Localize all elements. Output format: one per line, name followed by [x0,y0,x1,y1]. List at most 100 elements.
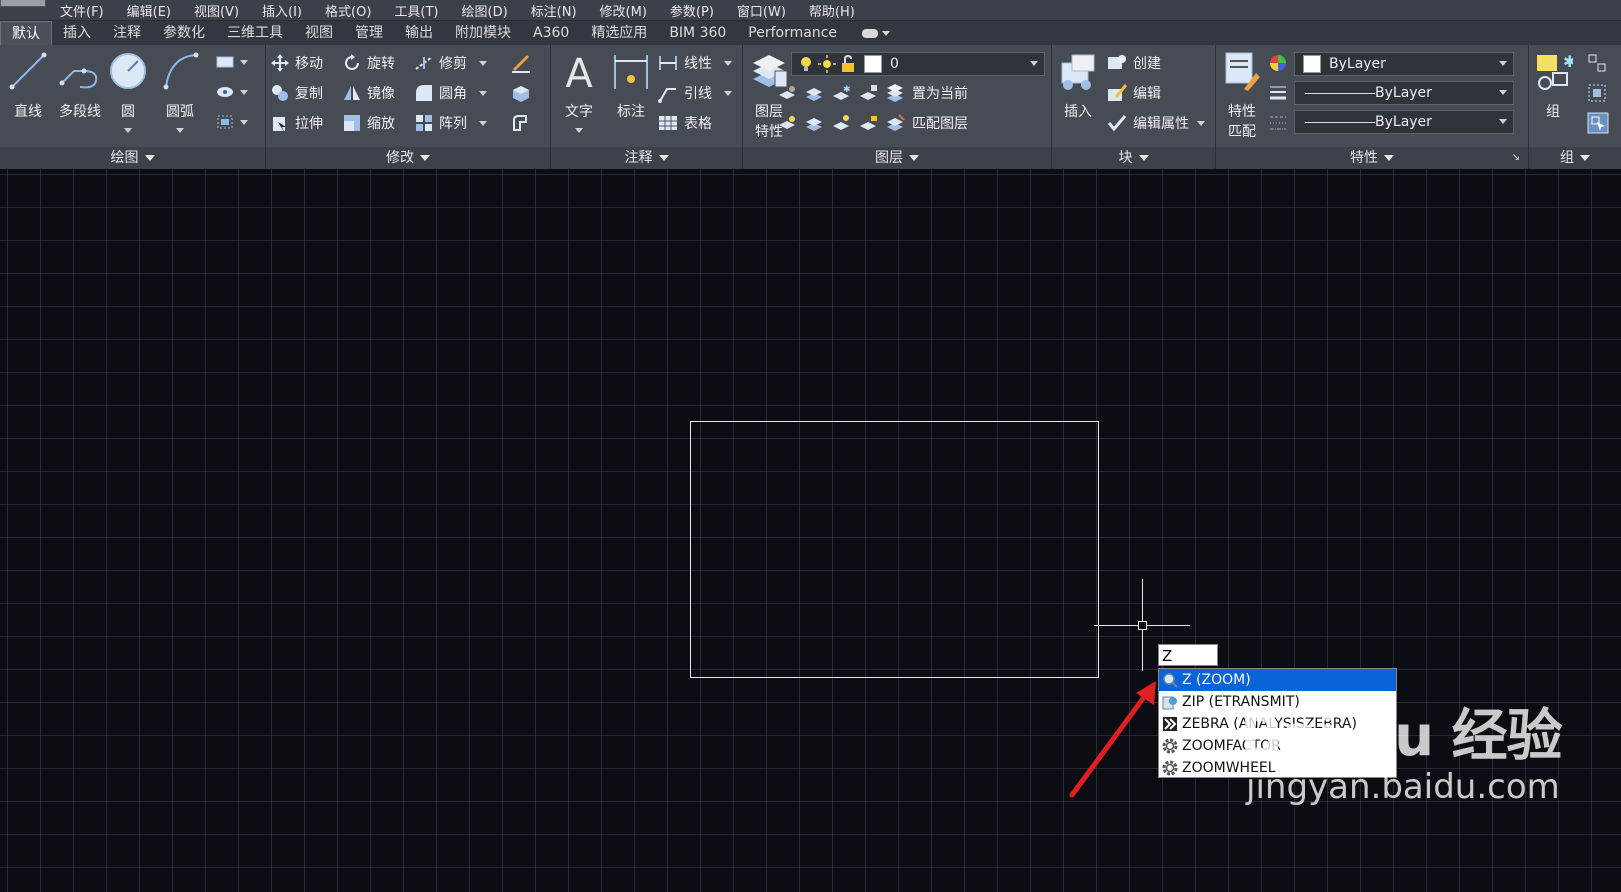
group-selection-button[interactable] [1587,112,1614,134]
menu-modify[interactable]: 修改(M) [600,1,647,20]
baidu-jingyan-watermark: Bai du 经验 jingyan.baidu.com [1240,704,1563,808]
erase-button[interactable] [510,52,537,74]
panel-modify-title[interactable]: 修改 [266,147,550,169]
dynamic-command-input[interactable]: Z [1158,644,1218,666]
tab-annotate[interactable]: 注释 [102,21,152,45]
text-button[interactable]: A 文字 [559,49,599,133]
menu-help[interactable]: 帮助(H) [809,1,855,20]
panel-groups-title[interactable]: 组 [1529,147,1621,169]
autocomplete-item-zoom[interactable]: Z (ZOOM) [1159,669,1396,691]
copy-button[interactable]: 复制 [270,82,323,104]
fillet-button[interactable]: 圆角 [414,82,487,104]
chevron-down-icon [479,60,487,66]
create-block-button[interactable]: 创建 [1106,52,1161,74]
tab-manage[interactable]: 管理 [344,21,394,45]
tab-output[interactable]: 输出 [394,21,444,45]
group-button[interactable]: ✱ 组 [1533,49,1576,120]
set-current-label[interactable]: 置为当前 [912,83,968,103]
arc-button[interactable]: 圆弧 [160,49,200,133]
menu-file[interactable]: 文件(F) [60,1,104,20]
layer-dropdown[interactable]: 0 [791,52,1045,76]
menu-bar: 文件(F) 编辑(E) 视图(V) 插入(I) 格式(O) 工具(T) 绘图(D… [0,0,1621,21]
menu-tools[interactable]: 工具(T) [394,1,438,20]
line-button[interactable]: 直线 [8,49,48,120]
ribbon-minimize-toggle[interactable] [862,26,896,40]
tab-home[interactable]: 默认 [0,21,52,45]
text-label: 文字 [565,104,593,120]
menu-window[interactable]: 窗口(W) [737,1,786,20]
rectangle-button[interactable] [215,51,248,73]
leader-button[interactable]: 引线 [657,82,732,104]
linear-dimension-button[interactable]: 线性 [657,52,732,74]
trim-button[interactable]: 修剪 [414,52,487,74]
layer-thaw-icon[interactable] [831,113,853,133]
hatch-button[interactable] [215,81,248,103]
match-layer-icon[interactable] [885,113,907,133]
panel-properties-title[interactable]: 特性 ↘ [1216,147,1528,169]
tab-insert[interactable]: 插入 [52,21,102,45]
mirror-button[interactable]: 镜像 [342,82,395,104]
panel-block-title[interactable]: 块 [1052,147,1215,169]
tab-3d-tools[interactable]: 三维工具 [216,21,294,45]
match-properties-icon [1225,52,1260,91]
dimension-icon [614,55,648,89]
tab-a360[interactable]: A360 [522,21,580,45]
drawing-canvas[interactable]: Z Z (ZOOM) ZIP (ETRANSMIT) ZEBRA (ANALYS… [0,169,1621,892]
tab-view[interactable]: 视图 [294,21,344,45]
polyline-button[interactable]: 多段线 [58,49,102,120]
dimension-button[interactable]: 标注 [611,49,651,120]
table-button[interactable]: 表格 [657,112,712,134]
stretch-button[interactable]: 拉伸 [270,112,323,134]
chevron-down-icon [124,128,132,133]
layer-lock-icon[interactable] [858,83,880,103]
ungroup-button[interactable] [1587,52,1612,74]
tab-bim360[interactable]: BIM 360 [658,21,737,45]
linetype-dropdown[interactable]: ByLayer [1294,110,1514,134]
boundary-button[interactable] [215,111,248,133]
layer-on-icon[interactable] [777,113,799,133]
dialog-launcher-icon[interactable]: ↘ [1512,147,1520,169]
drawn-rectangle[interactable] [690,421,1099,678]
move-button[interactable]: 移动 [270,52,323,74]
insert-block-button[interactable]: 插入 [1058,49,1098,120]
chevron-down-icon [1499,119,1507,124]
watermark-logo: Bai du 经验 [1240,704,1563,769]
menu-dimension[interactable]: 标注(N) [531,1,577,20]
color-dropdown[interactable]: ByLayer [1294,52,1514,76]
set-current-layer-icon[interactable] [885,83,907,103]
layer-freeze-icon[interactable]: ✱ [831,83,853,103]
menu-edit[interactable]: 编辑(E) [127,1,171,20]
insert-block-icon [1061,54,1095,90]
layer-isolate-icon[interactable] [804,83,826,103]
tab-featured-apps[interactable]: 精选应用 [580,21,658,45]
linetype-icon-wrap [1268,112,1293,134]
match-properties-button[interactable]: 特性 匹配 [1222,49,1262,140]
menu-insert[interactable]: 插入(I) [262,1,302,20]
menu-draw[interactable]: 绘图(D) [462,1,508,20]
application-button[interactable] [0,0,46,7]
tab-performance[interactable]: Performance [737,21,848,45]
menu-view[interactable]: 视图(V) [194,1,239,20]
group-edit-button[interactable] [1587,82,1612,104]
explode-button[interactable] [510,82,537,104]
lineweight-icon-wrap [1268,82,1293,104]
scale-button[interactable]: 缩放 [342,112,395,134]
array-button[interactable]: 阵列 [414,112,487,134]
layer-unlock-icon[interactable] [858,113,880,133]
layer-off-icon[interactable] [777,83,799,103]
panel-draw-title[interactable]: 绘图 [0,147,265,169]
offset-button[interactable] [510,112,537,134]
tab-addins[interactable]: 附加模块 [444,21,522,45]
lineweight-dropdown[interactable]: ByLayer [1294,81,1514,105]
panel-layers-title[interactable]: 图层 [743,147,1051,169]
menu-format[interactable]: 格式(O) [325,1,371,20]
panel-annotation-title[interactable]: 注释 [551,147,742,169]
tab-parametric[interactable]: 参数化 [152,21,216,45]
circle-button[interactable]: 圆 [108,49,148,133]
edit-block-button[interactable]: 编辑 [1106,82,1161,104]
layer-unisolate-icon[interactable] [804,113,826,133]
match-layer-label[interactable]: 匹配图层 [912,113,968,133]
edit-attributes-button[interactable]: 编辑属性 [1106,112,1205,134]
rotate-button[interactable]: 旋转 [342,52,395,74]
menu-parametric[interactable]: 参数(P) [670,1,714,20]
